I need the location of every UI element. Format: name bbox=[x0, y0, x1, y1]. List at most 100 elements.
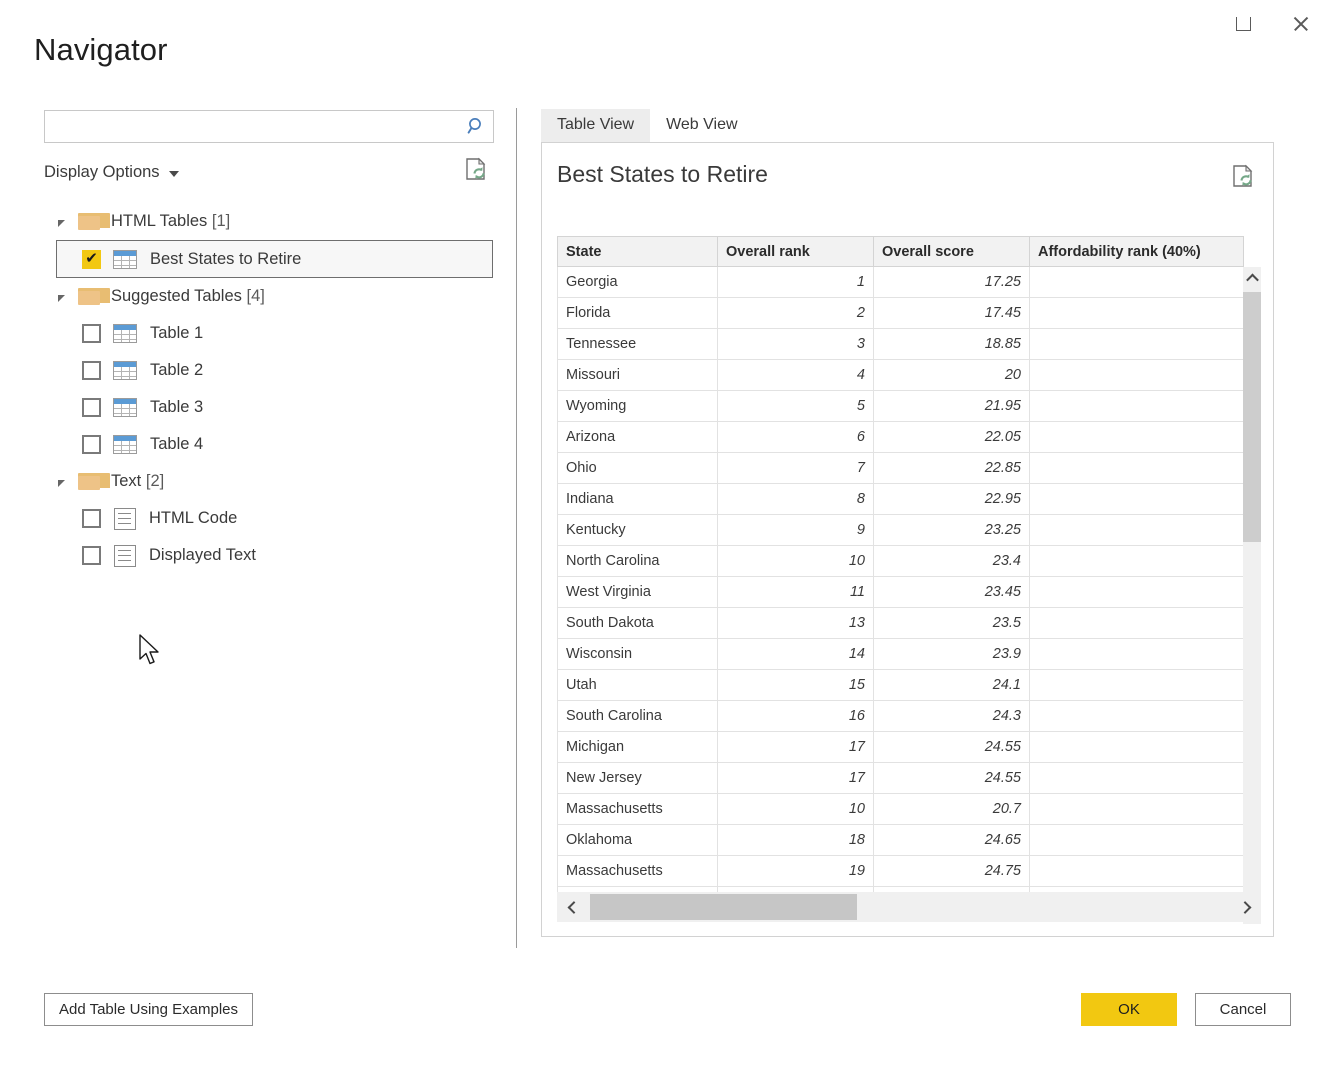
vertical-scrollbar-thumb[interactable] bbox=[1243, 292, 1261, 542]
checkbox-table-4[interactable] bbox=[82, 435, 101, 454]
table-row[interactable]: Wisconsin 14 23.9 bbox=[557, 638, 1244, 670]
horizontal-scrollbar-thumb[interactable] bbox=[590, 894, 857, 920]
ok-button[interactable]: OK bbox=[1081, 993, 1177, 1026]
add-table-using-examples-button[interactable]: Add Table Using Examples bbox=[44, 993, 253, 1026]
column-header-overall-score[interactable]: Overall score bbox=[873, 236, 1030, 267]
table-cell: Georgia bbox=[557, 266, 718, 298]
refresh-document-icon[interactable] bbox=[1231, 164, 1257, 192]
pane-splitter[interactable] bbox=[516, 108, 517, 948]
tree-item-displayed-text[interactable]: Displayed Text bbox=[44, 537, 494, 574]
tree-item-table-4[interactable]: Table 4 bbox=[44, 426, 494, 463]
scroll-right-button[interactable] bbox=[1231, 892, 1261, 922]
table-cell: Massachusetts bbox=[557, 855, 718, 887]
table-row[interactable]: Wyoming 5 21.95 bbox=[557, 390, 1244, 422]
table-row[interactable]: Ohio 7 22.85 bbox=[557, 452, 1244, 484]
table-cell: 24.65 bbox=[873, 824, 1030, 856]
table-cell: Ohio bbox=[557, 452, 718, 484]
table-cell: 3 bbox=[717, 328, 874, 360]
search-input[interactable] bbox=[45, 112, 459, 141]
tree-group-text[interactable]: Text [2] bbox=[44, 463, 494, 500]
table-cell: 6 bbox=[717, 421, 874, 453]
search-box[interactable] bbox=[44, 110, 494, 143]
tab-web-view[interactable]: Web View bbox=[650, 109, 753, 142]
table-row[interactable]: South Dakota 13 23.5 bbox=[557, 607, 1244, 639]
vertical-scrollbar[interactable] bbox=[1243, 267, 1261, 924]
tree-item-table-3[interactable]: Table 3 bbox=[44, 389, 494, 426]
table-icon bbox=[113, 361, 137, 380]
column-header-affordability-rank[interactable]: Affordability rank (40%) bbox=[1029, 236, 1244, 267]
refresh-document-icon[interactable] bbox=[464, 157, 492, 187]
table-cell: 22.85 bbox=[873, 452, 1030, 484]
data-grid: State Overall rank Overall score Afforda… bbox=[557, 236, 1261, 924]
tree-item-best-states-to-retire[interactable]: Best States to Retire bbox=[56, 240, 493, 278]
close-icon bbox=[1292, 15, 1310, 33]
refresh-document-icon-svg bbox=[466, 157, 486, 180]
table-row[interactable]: Tennessee 3 18.85 bbox=[557, 328, 1244, 360]
table-cell bbox=[1029, 607, 1244, 639]
checkbox-best-states-to-retire[interactable] bbox=[82, 249, 101, 269]
table-cell bbox=[1029, 514, 1244, 546]
table-cell: 23.9 bbox=[873, 638, 1030, 670]
table-row[interactable]: Utah 15 24.1 bbox=[557, 669, 1244, 701]
table-cell bbox=[1029, 762, 1244, 794]
search-icon[interactable] bbox=[459, 111, 493, 142]
restore-button[interactable] bbox=[1227, 8, 1259, 40]
table-row[interactable]: Arizona 6 22.05 bbox=[557, 421, 1244, 453]
close-button[interactable] bbox=[1285, 8, 1317, 40]
scroll-up-button[interactable] bbox=[1243, 267, 1261, 289]
table-cell: 11 bbox=[717, 576, 874, 608]
expander-icon[interactable] bbox=[52, 213, 70, 231]
table-row[interactable]: Michigan 17 24.55 bbox=[557, 731, 1244, 763]
table-row[interactable]: Florida 2 17.45 bbox=[557, 297, 1244, 329]
table-cell: Wisconsin bbox=[557, 638, 718, 670]
checkbox-displayed-text[interactable] bbox=[82, 546, 101, 565]
restore-icon bbox=[1235, 17, 1251, 31]
tree-item-table-2[interactable]: Table 2 bbox=[44, 352, 494, 389]
table-cell: South Carolina bbox=[557, 700, 718, 732]
tab-table-view[interactable]: Table View bbox=[541, 109, 651, 142]
horizontal-scrollbar[interactable] bbox=[557, 892, 1261, 922]
tree-item-label: HTML Code bbox=[149, 509, 238, 527]
preview-tabs: Table View Web View bbox=[541, 109, 1274, 142]
tree-item-table-1[interactable]: Table 1 bbox=[44, 315, 494, 352]
table-row[interactable]: Missouri 4 20 bbox=[557, 359, 1244, 391]
table-cell bbox=[1029, 793, 1244, 825]
checkbox-table-1[interactable] bbox=[82, 324, 101, 343]
tree-group-suggested-tables[interactable]: Suggested Tables [4] bbox=[44, 278, 494, 315]
checkbox-table-2[interactable] bbox=[82, 361, 101, 380]
column-header-state[interactable]: State bbox=[557, 236, 718, 267]
checkbox-table-3[interactable] bbox=[82, 398, 101, 417]
table-row[interactable]: South Carolina 16 24.3 bbox=[557, 700, 1244, 732]
search-icon-svg bbox=[467, 118, 481, 134]
table-cell: 17 bbox=[717, 762, 874, 794]
cancel-button[interactable]: Cancel bbox=[1195, 993, 1291, 1026]
table-row[interactable]: Georgia 1 17.25 bbox=[557, 266, 1244, 298]
table-row[interactable]: Massachusetts 10 20.7 bbox=[557, 793, 1244, 825]
expander-icon[interactable] bbox=[52, 473, 70, 491]
table-row[interactable]: West Virginia 11 23.45 bbox=[557, 576, 1244, 608]
table-row[interactable]: Kentucky 9 23.25 bbox=[557, 514, 1244, 546]
table-cell bbox=[1029, 390, 1244, 422]
left-pane: Display Options HTML Tables [1] ✔ Best S… bbox=[44, 110, 496, 950]
display-options-button[interactable]: Display Options bbox=[44, 163, 179, 182]
scroll-left-button[interactable] bbox=[557, 892, 587, 922]
tree-group-html-tables[interactable]: HTML Tables [1] bbox=[44, 203, 494, 240]
tree-item-html-code[interactable]: HTML Code bbox=[44, 500, 494, 537]
table-row[interactable]: Massachusetts 19 24.75 bbox=[557, 855, 1244, 887]
table-row[interactable]: New Jersey 17 24.55 bbox=[557, 762, 1244, 794]
table-cell: 5 bbox=[717, 390, 874, 422]
checkbox-html-code[interactable] bbox=[82, 509, 101, 528]
table-cell: 9 bbox=[717, 514, 874, 546]
table-icon bbox=[113, 249, 137, 269]
table-row[interactable]: North Carolina 10 23.4 bbox=[557, 545, 1244, 577]
table-icon bbox=[113, 398, 137, 417]
column-header-overall-rank[interactable]: Overall rank bbox=[717, 236, 874, 267]
table-cell: West Virginia bbox=[557, 576, 718, 608]
table-row[interactable]: Oklahoma 18 24.65 bbox=[557, 824, 1244, 856]
table-cell: 20 bbox=[873, 359, 1030, 391]
table-row[interactable]: Indiana 8 22.95 bbox=[557, 483, 1244, 515]
table-cell: 10 bbox=[717, 793, 874, 825]
refresh-document-icon-svg bbox=[1233, 164, 1253, 187]
table-cell: 23.4 bbox=[873, 545, 1030, 577]
expander-icon[interactable] bbox=[52, 288, 70, 306]
